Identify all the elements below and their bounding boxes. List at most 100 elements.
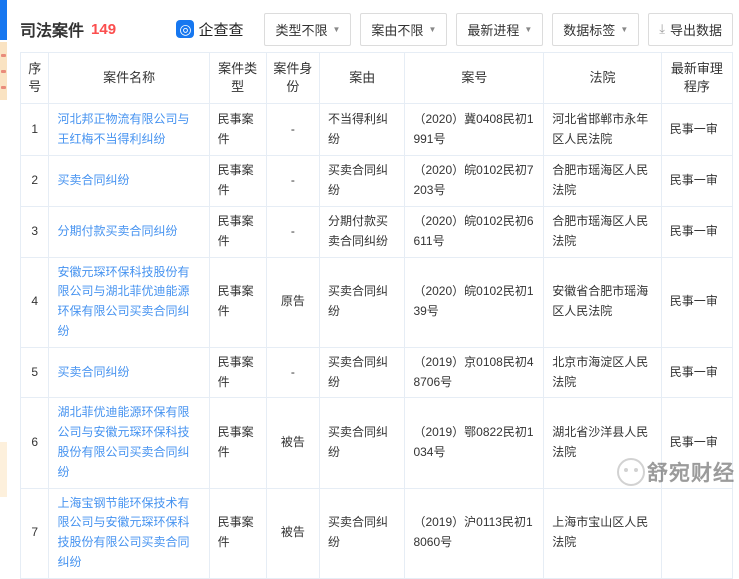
cell-case-role: 被告 xyxy=(265,487,321,579)
table-row: 7 上海宝钢节能环保技术有限公司与安徽元琛环保科技股份有限公司买卖合同纠纷 民事… xyxy=(19,487,734,579)
column-header-latest-procedure: 最新审理程序 xyxy=(660,51,734,105)
page-title: 司法案件 xyxy=(20,23,85,40)
table-row: 3 分期付款买卖合同纠纷 民事案件 - 分期付款买卖合同纠纷 （2020）皖01… xyxy=(19,205,734,258)
case-name-link[interactable]: 湖北菲优迪能源环保有限公司与安徽元琛环保科技股份有限公司买卖合同纠纷 xyxy=(57,405,189,478)
cell-cause: 分期付款买卖合同纠纷 xyxy=(319,205,406,258)
filter-latest-progress-dropdown[interactable]: 最新进程 ▼ xyxy=(456,12,544,46)
sidebar-edge-mark xyxy=(1,86,6,89)
column-header-cause: 案由 xyxy=(319,51,406,105)
case-name-link[interactable]: 上海宝钢节能环保技术有限公司与安徽元琛环保科技股份有限公司买卖合同纠纷 xyxy=(57,496,189,569)
cell-cause: 买卖合同纠纷 xyxy=(319,397,406,489)
export-data-button[interactable]: ⤓ 导出数据 xyxy=(648,12,733,46)
sidebar-edge-mark xyxy=(1,70,6,73)
cell-no: 4 xyxy=(19,256,50,348)
case-count-badge: 149 xyxy=(91,20,117,38)
cell-procedure: 民事一审 xyxy=(660,103,734,157)
sidebar-edge-mark xyxy=(1,54,6,57)
case-name-link[interactable]: 分期付款买卖合同纠纷 xyxy=(57,224,177,238)
cell-no: 1 xyxy=(19,103,50,157)
cases-table: 序号 案件名称 案件类型 案件身份 案由 案号 法院 最新审理程序 1 河北邦正… xyxy=(19,51,734,579)
cell-procedure: 民事一审 xyxy=(660,346,734,399)
table-header-row: 序号 案件名称 案件类型 案件身份 案由 案号 法院 最新审理程序 xyxy=(19,51,734,105)
cell-case-role: - xyxy=(265,346,321,399)
case-name-link[interactable]: 买卖合同纠纷 xyxy=(57,365,129,379)
cell-case-number: （2020）皖0102民初6611号 xyxy=(404,205,545,258)
cell-case-number: （2020）冀0408民初1991号 xyxy=(404,103,545,157)
cell-procedure xyxy=(660,487,734,579)
chevron-down-icon: ▼ xyxy=(428,24,437,34)
cell-case-number: （2020）皖0102民初7203号 xyxy=(404,155,545,207)
cell-no: 2 xyxy=(19,155,50,207)
cell-procedure: 民事一审 xyxy=(660,155,734,207)
cell-court: 河北省邯郸市永年区人民法院 xyxy=(543,103,662,157)
case-name-link[interactable]: 河北邦正物流有限公司与王红梅不当得利纠纷 xyxy=(57,112,189,146)
filter-label: 案由不限 xyxy=(371,22,424,38)
cell-cause: 买卖合同纠纷 xyxy=(319,256,406,348)
table-row: 6 湖北菲优迪能源环保有限公司与安徽元琛环保科技股份有限公司买卖合同纠纷 民事案… xyxy=(19,397,734,489)
cell-case-type: 民事案件 xyxy=(208,256,267,348)
filter-label: 最新进程 xyxy=(467,22,520,38)
export-label: 导出数据 xyxy=(669,22,722,38)
cell-case-number: （2019）京0108民初48706号 xyxy=(404,346,545,399)
column-header-court: 法院 xyxy=(543,51,662,105)
sidebar-edge-bottom-block xyxy=(0,442,7,497)
table-row: 4 安徽元琛环保科技股份有限公司与湖北菲优迪能源环保有限公司买卖合同纠纷 民事案… xyxy=(19,256,734,348)
cell-case-role: 原告 xyxy=(265,256,321,348)
qichacha-brand-name: 企查查 xyxy=(198,21,244,39)
filter-label: 类型不限 xyxy=(275,22,328,38)
qichacha-brand-link[interactable]: ◎ 企查查 xyxy=(176,19,243,40)
cell-cause: 买卖合同纠纷 xyxy=(319,346,406,399)
cell-case-role: - xyxy=(265,205,321,258)
cell-case-role: 被告 xyxy=(265,397,321,489)
chevron-down-icon: ▼ xyxy=(524,24,533,34)
cell-procedure: 民事一审 xyxy=(660,256,734,348)
filter-cause-dropdown[interactable]: 案由不限 ▼ xyxy=(360,12,448,46)
qichacha-logo-icon: ◎ xyxy=(176,20,195,38)
cell-procedure: 民事一审 xyxy=(660,397,734,489)
cutoff-sidebar-edge xyxy=(0,0,7,497)
cell-case-number: （2020）皖0102民初139号 xyxy=(404,256,545,348)
cell-court: 合肥市瑶海区人民法院 xyxy=(543,155,662,207)
sidebar-edge-blue-bar xyxy=(0,0,7,40)
cell-cause: 买卖合同纠纷 xyxy=(319,487,406,579)
sidebar-edge-peach-block xyxy=(0,42,7,100)
cell-court: 上海市宝山区人民法院 xyxy=(543,487,662,579)
column-header-no: 序号 xyxy=(19,51,50,105)
filter-data-tag-dropdown[interactable]: 数据标签 ▼ xyxy=(552,12,640,46)
case-name-link[interactable]: 买卖合同纠纷 xyxy=(57,173,129,187)
cell-no: 3 xyxy=(19,205,50,258)
cell-case-type: 民事案件 xyxy=(208,346,267,399)
chevron-down-icon: ▼ xyxy=(620,24,629,34)
cell-court: 湖北省沙洋县人民法院 xyxy=(543,397,662,489)
section-header: 司法案件 149 ◎ 企查查 类型不限 ▼ 案由不限 ▼ 最新进程 ▼ 数据标签… xyxy=(20,12,733,46)
cell-case-type: 民事案件 xyxy=(208,103,267,157)
download-icon: ⤓ xyxy=(659,21,665,36)
cell-case-number: （2019）鄂0822民初1034号 xyxy=(404,397,545,489)
cell-case-role: - xyxy=(265,155,321,207)
case-name-link[interactable]: 安徽元琛环保科技股份有限公司与湖北菲优迪能源环保有限公司买卖合同纠纷 xyxy=(57,265,189,338)
cell-cause: 不当得利纠纷 xyxy=(319,103,406,157)
cell-case-type: 民事案件 xyxy=(208,397,267,489)
column-header-case-name: 案件名称 xyxy=(48,51,210,105)
cell-no: 7 xyxy=(19,487,50,579)
cell-cause: 买卖合同纠纷 xyxy=(319,155,406,207)
table-row: 1 河北邦正物流有限公司与王红梅不当得利纠纷 民事案件 - 不当得利纠纷 （20… xyxy=(19,103,734,157)
table-row: 2 买卖合同纠纷 民事案件 - 买卖合同纠纷 （2020）皖0102民初7203… xyxy=(19,155,734,207)
filter-case-type-dropdown[interactable]: 类型不限 ▼ xyxy=(264,12,352,46)
table-row: 5 买卖合同纠纷 民事案件 - 买卖合同纠纷 （2019）京0108民初4870… xyxy=(19,346,734,399)
filter-label: 数据标签 xyxy=(563,22,616,38)
cell-case-type: 民事案件 xyxy=(208,487,267,579)
cell-no: 5 xyxy=(19,346,50,399)
column-header-case-number: 案号 xyxy=(404,51,545,105)
chevron-down-icon: ▼ xyxy=(332,24,341,34)
judicial-cases-panel: 司法案件 149 ◎ 企查查 类型不限 ▼ 案由不限 ▼ 最新进程 ▼ 数据标签… xyxy=(19,0,734,579)
cell-court: 安徽省合肥市瑶海区人民法院 xyxy=(543,256,662,348)
cell-no: 6 xyxy=(19,397,50,489)
cell-case-type: 民事案件 xyxy=(208,205,267,258)
cell-court: 北京市海淀区人民法院 xyxy=(543,346,662,399)
column-header-case-type: 案件类型 xyxy=(208,51,267,105)
cell-procedure: 民事一审 xyxy=(660,205,734,258)
cell-case-type: 民事案件 xyxy=(208,155,267,207)
cell-case-number: （2019）沪0113民初18060号 xyxy=(404,487,545,579)
column-header-case-role: 案件身份 xyxy=(265,51,321,105)
